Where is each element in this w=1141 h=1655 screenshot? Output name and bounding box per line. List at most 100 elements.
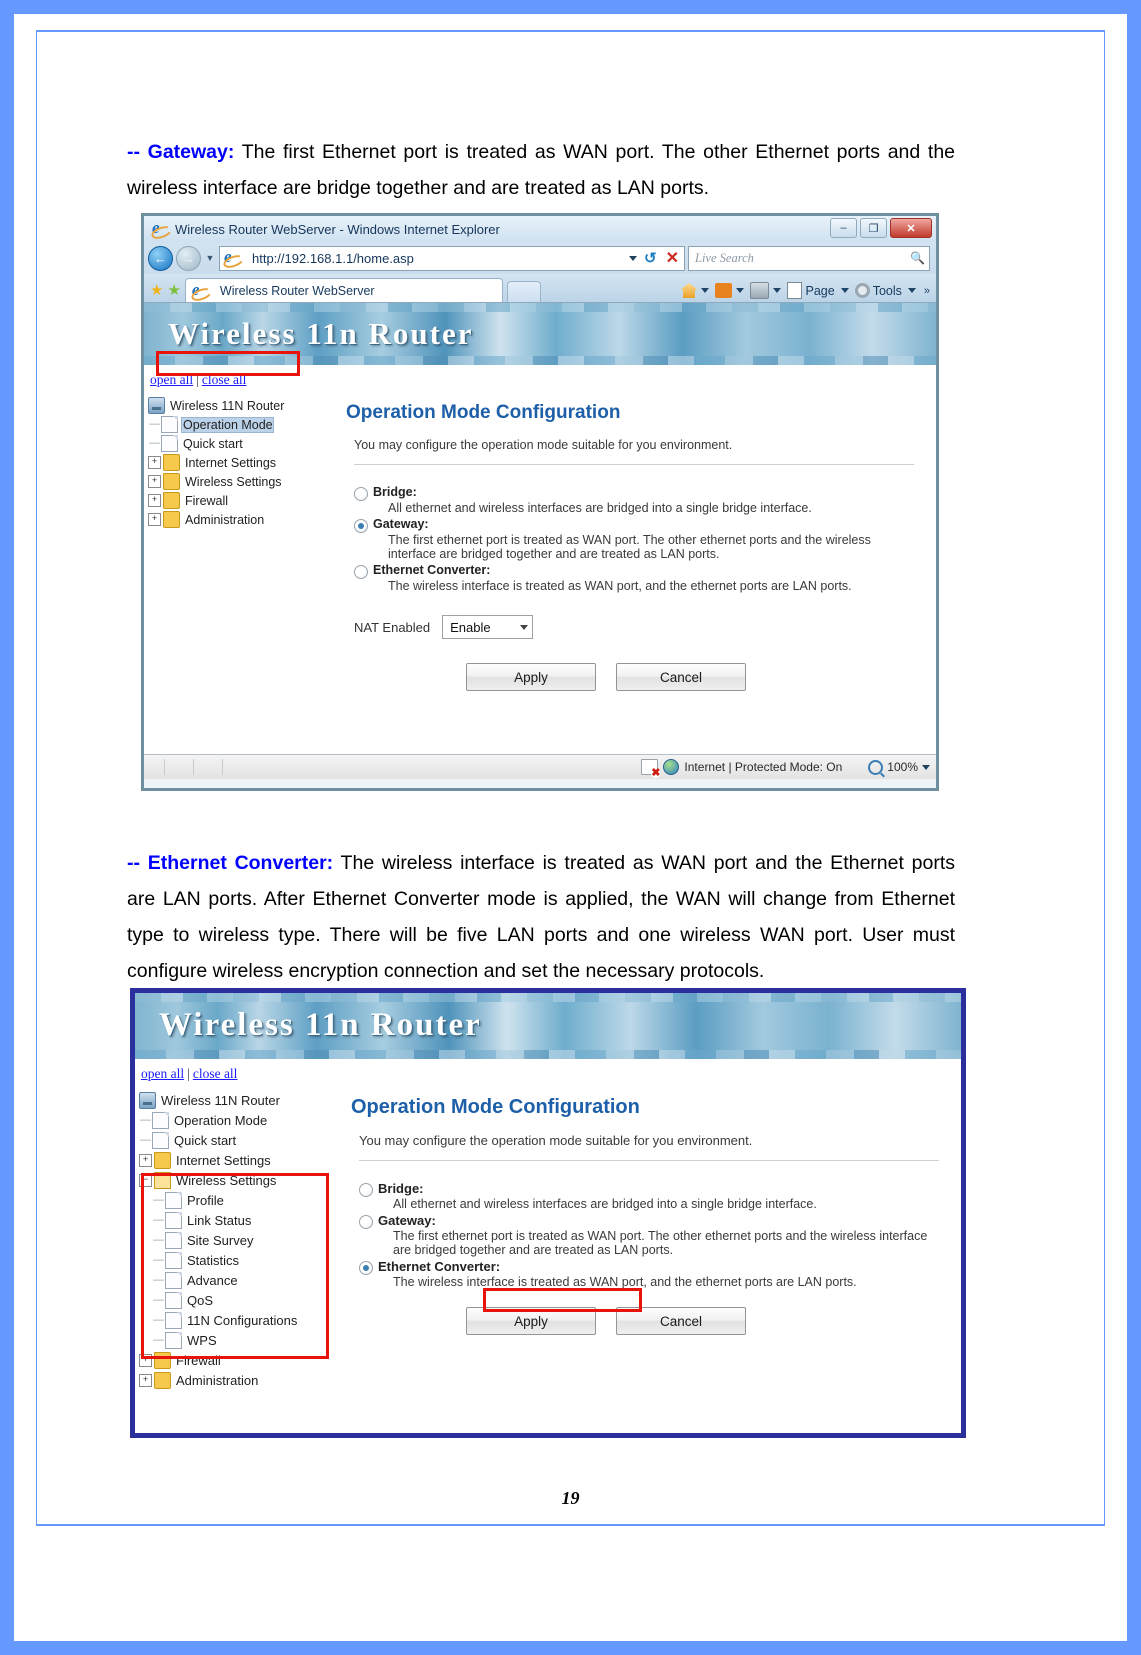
open-all-link-2[interactable]: open all xyxy=(141,1066,184,1081)
nat-enabled-select[interactable]: Enable xyxy=(442,615,534,639)
tree-item-link-status[interactable]: — Link Status xyxy=(139,1210,339,1230)
radio-ethernet-converter[interactable] xyxy=(354,565,368,579)
tree-expand-icon[interactable]: + xyxy=(139,1353,152,1367)
address-chevron-down-icon[interactable] xyxy=(629,255,638,261)
mode-option-bridge-2[interactable]: Bridge: All ethernet and wireless interf… xyxy=(359,1181,947,1211)
minimize-button[interactable]: – xyxy=(830,218,857,238)
radio-gateway[interactable] xyxy=(354,519,368,533)
refresh-icon[interactable]: ↺ xyxy=(642,249,659,267)
mode-option-bridge[interactable]: Bridge: All ethernet and wireless interf… xyxy=(354,485,922,515)
page-menu-icon[interactable] xyxy=(787,282,803,299)
radio-bridge[interactable] xyxy=(354,487,368,501)
tree-item-label: Wireless Settings xyxy=(176,1172,277,1188)
tree-item-operation-mode[interactable]: — Operation Mode xyxy=(148,415,334,434)
back-arrow-icon[interactable]: ← xyxy=(148,245,173,271)
tree-item-quick-start[interactable]: — Quick start xyxy=(148,434,334,453)
tools-chevron-down-icon[interactable] xyxy=(907,288,916,293)
page-menu-label[interactable]: Page xyxy=(805,284,836,298)
tools-menu-label[interactable]: Tools xyxy=(873,284,904,298)
radio-ethernet-converter-2[interactable] xyxy=(359,1261,373,1275)
cancel-button[interactable]: Cancel xyxy=(616,663,746,691)
address-input[interactable]: http://192.168.1.1/home.asp ↺ ✕ xyxy=(219,245,685,271)
tree-item-profile[interactable]: — Profile xyxy=(139,1190,339,1210)
open-all-link[interactable]: open all xyxy=(150,372,193,387)
tree-item-statistics[interactable]: — Statistics xyxy=(139,1250,339,1270)
mode-option-gateway-2[interactable]: Gateway: The first ethernet port is trea… xyxy=(359,1213,947,1257)
tree-item-operation-mode[interactable]: — Operation Mode xyxy=(139,1110,339,1130)
mode-option-ethernet-converter-2[interactable]: Ethernet Converter: The wireless interfa… xyxy=(359,1259,947,1289)
home-chevron-down-icon[interactable] xyxy=(701,288,710,293)
mode-option-bridge-label: Bridge: xyxy=(373,485,417,499)
tree-item-wireless-settings[interactable]: − Wireless Settings xyxy=(139,1170,339,1190)
mode-option-gateway[interactable]: Gateway: The first ethernet port is trea… xyxy=(354,517,922,561)
tree-expand-icon[interactable]: + xyxy=(139,1373,152,1387)
folder-icon xyxy=(163,492,180,509)
mode-option-ethernet-converter[interactable]: Ethernet Converter: The wireless interfa… xyxy=(354,563,922,593)
tree-expand-icon[interactable]: + xyxy=(148,513,161,526)
radio-bridge-2[interactable] xyxy=(359,1183,373,1197)
mode-option-gateway-head-2: Gateway: xyxy=(359,1213,947,1229)
new-tab-button[interactable] xyxy=(506,281,541,302)
rss-feeds-icon[interactable] xyxy=(715,283,733,298)
zoom-chevron-down-icon[interactable] xyxy=(922,764,930,770)
tree-item-internet-settings[interactable]: + Internet Settings xyxy=(139,1150,339,1170)
add-favorite-icon[interactable]: ★ xyxy=(167,283,180,302)
tree-item-qos[interactable]: — QoS xyxy=(139,1290,339,1310)
page-title-2: Operation Mode Configuration xyxy=(351,1096,640,1118)
tree-item-label: WPS xyxy=(187,1332,217,1348)
apply-button-2[interactable]: Apply xyxy=(466,1307,596,1335)
command-bar-overflow-icon[interactable]: » xyxy=(922,285,930,297)
tree-expand-icon[interactable]: + xyxy=(148,456,161,469)
tree-item-internet-settings[interactable]: + Internet Settings xyxy=(148,453,334,472)
tree-item-wps[interactable]: — WPS xyxy=(139,1330,339,1350)
nat-enabled-row: NAT Enabled Enable xyxy=(354,615,922,639)
page-icon xyxy=(165,1251,182,1269)
favorites-star-icon[interactable]: ★ xyxy=(150,283,163,302)
computer-icon xyxy=(139,1091,156,1109)
tree-item-administration[interactable]: + Administration xyxy=(148,510,334,529)
home-icon[interactable] xyxy=(680,283,698,298)
tree-item-wireless-11n-router[interactable]: Wireless 11N Router xyxy=(139,1090,339,1110)
forward-arrow-icon[interactable]: → xyxy=(176,245,201,271)
gear-icon[interactable] xyxy=(854,283,870,298)
stop-icon[interactable]: ✕ xyxy=(664,248,681,268)
print-icon[interactable] xyxy=(750,282,770,299)
tree-collapse-icon[interactable]: − xyxy=(139,1173,152,1187)
feeds-chevron-down-icon[interactable] xyxy=(736,288,745,293)
close-all-link[interactable]: close all xyxy=(202,372,247,387)
close-all-link-2[interactable]: close all xyxy=(193,1066,238,1081)
browser-tab[interactable]: Wireless Router WebServer xyxy=(184,278,503,302)
security-zone-text: Internet | Protected Mode: On xyxy=(684,760,843,774)
tree-connector-icon: — xyxy=(153,1313,164,1326)
apply-button[interactable]: Apply xyxy=(466,663,596,691)
tree-item-firewall[interactable]: + Firewall xyxy=(139,1350,339,1370)
mode-option-gateway-description: The first ethernet port is treated as WA… xyxy=(388,533,871,561)
tree-item-wireless-settings[interactable]: + Wireless Settings xyxy=(148,472,334,491)
search-input[interactable]: Live Search 🔍 xyxy=(688,245,930,271)
tree-item-administration[interactable]: + Administration xyxy=(139,1370,339,1390)
tree-item-wireless-11n-router[interactable]: Wireless 11N Router xyxy=(148,396,334,415)
maximize-button[interactable]: ❐ xyxy=(860,218,887,238)
tree-connector-icon: — xyxy=(153,1273,164,1286)
router-page-body: Wireless 11N Router — Operation Mode — Quick… xyxy=(144,392,936,711)
router-banner: Wireless 11n Router xyxy=(144,303,936,365)
cancel-button-2[interactable]: Cancel xyxy=(616,1307,746,1335)
page-chevron-down-icon[interactable] xyxy=(840,288,849,293)
tree-expand-icon[interactable]: + xyxy=(139,1153,152,1167)
tree-expand-icon[interactable]: + xyxy=(148,494,161,507)
zoom-control[interactable]: 100% xyxy=(868,759,930,775)
recent-pages-chevron-down-icon[interactable]: ▼ xyxy=(204,253,216,263)
close-button[interactable]: ✕ xyxy=(890,218,932,238)
security-zone-indicator[interactable]: Internet | Protected Mode: On xyxy=(641,759,843,778)
tree-item-quick-start[interactable]: — Quick start xyxy=(139,1130,339,1150)
print-chevron-down-icon[interactable] xyxy=(773,288,782,293)
tree-item-advance[interactable]: — Advance xyxy=(139,1270,339,1290)
tree-item-11n-configurations[interactable]: — 11N Configurations xyxy=(139,1310,339,1330)
links-separator-2: | xyxy=(187,1066,190,1081)
radio-gateway-2[interactable] xyxy=(359,1215,373,1229)
tree-expand-icon[interactable]: + xyxy=(148,475,161,488)
tree-item-site-survey[interactable]: — Site Survey xyxy=(139,1230,339,1250)
tree-item-firewall[interactable]: + Firewall xyxy=(148,491,334,510)
search-icon[interactable]: 🔍 xyxy=(910,251,925,265)
page-icon xyxy=(165,1231,182,1249)
